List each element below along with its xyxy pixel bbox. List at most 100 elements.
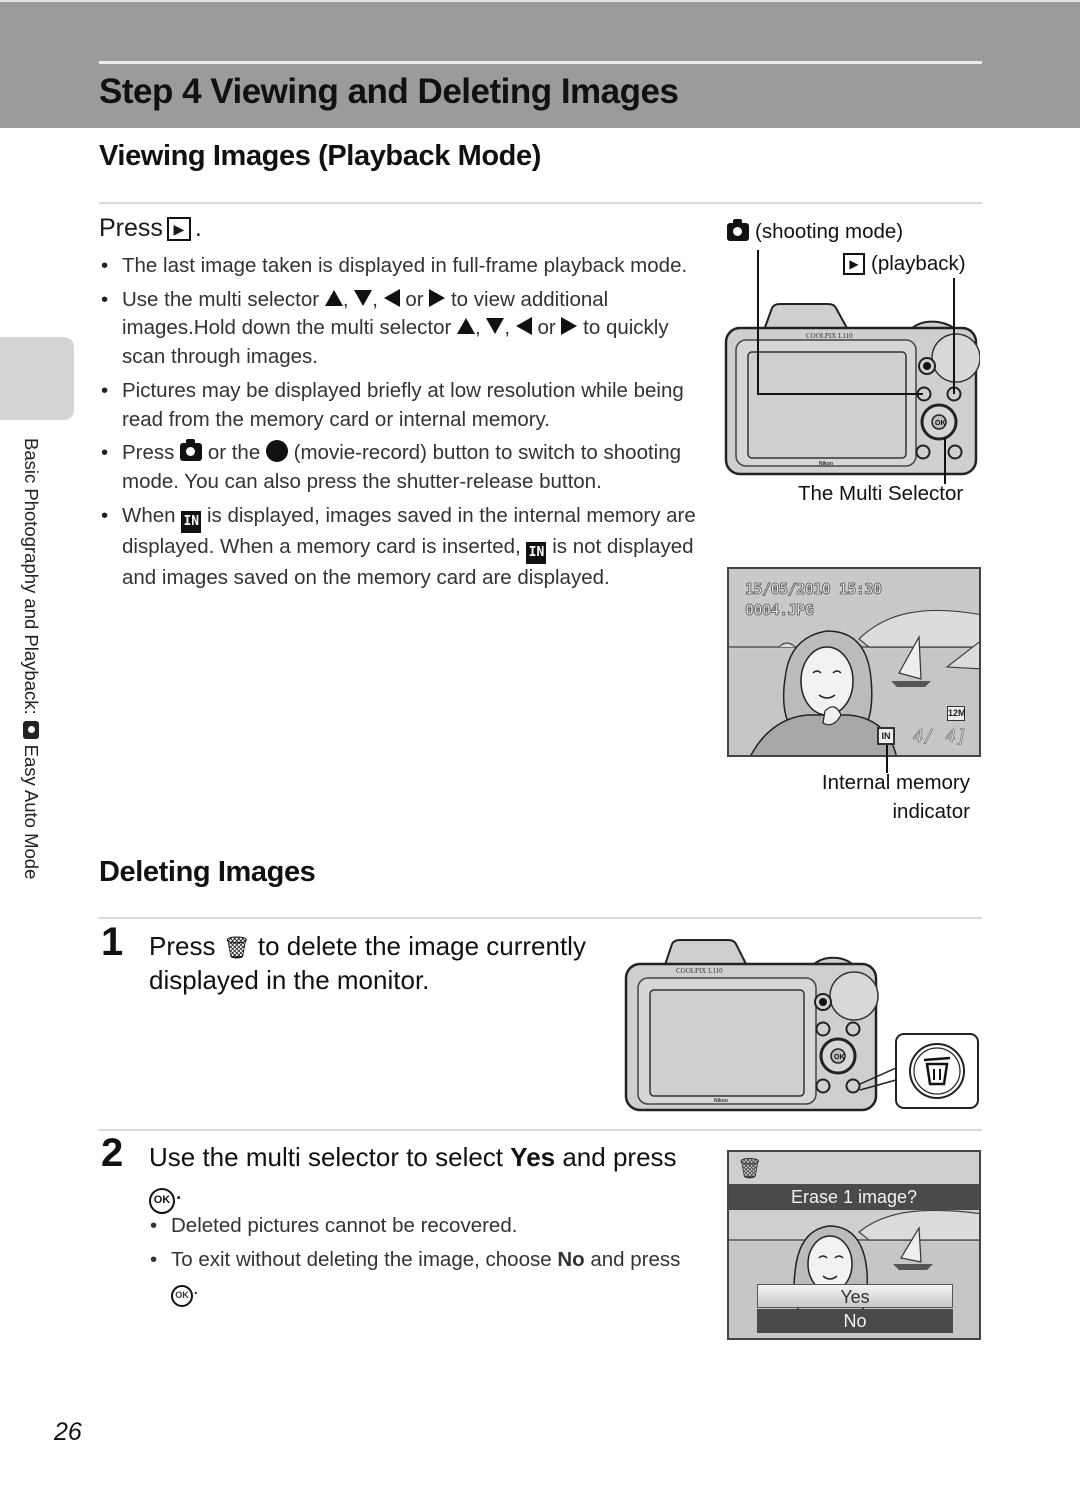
playback-leader-line [953,278,955,394]
playback-filename: 0004.JPG [745,601,815,620]
playback-label: (playback) [871,252,966,275]
step-1-description: to delete the image currently displayed … [149,931,586,995]
internal-memory-icon: IN [181,510,202,533]
step-1-press: Press [149,931,216,961]
internal-memory-caption-2: indicator [892,800,971,823]
shooting-leader-line [757,393,923,395]
ok-button-icon: OK [171,1284,193,1307]
press-instruction: Press ▶ . [99,214,202,243]
page-title: Step 4 Viewing and Deleting Images [99,72,679,111]
svg-text:COOLPIX L110: COOLPIX L110 [676,967,723,975]
bullet-text: Pictures may be displayed briefly at low… [122,378,684,431]
bullet-text: or the [207,441,261,465]
page-number: 26 [54,1418,82,1446]
section-divider [99,917,982,919]
ok-button-icon: OK [149,1187,175,1214]
deleting-bullet-list: Deleted pictures cannot be recovered. To… [148,1212,688,1312]
chapter-side-label: Basic Photography and Playback: Easy Aut… [20,438,42,879]
separator: , [475,316,481,340]
bullet-text: (movie-record) button to switch to shoot… [122,441,682,493]
no-word: No [557,1247,585,1271]
image-size-icon: 12M [947,706,966,721]
section-title-deleting: Deleting Images [99,856,316,888]
svg-text:Nikon: Nikon [714,1098,728,1104]
shooting-mode-icon [180,439,203,462]
bullet-item: When IN is displayed, images saved in th… [99,502,699,593]
playback-key-icon: ▶ [166,216,191,241]
separator: , [504,316,511,340]
step-2-suffix: . [175,1175,183,1205]
chapter-tab[interactable] [0,337,74,420]
multi-selector-label: The Multi Selector [798,482,964,505]
shooting-mode-callout: (shooting mode) [727,219,904,244]
shooting-mode-label: (shooting mode) [755,220,904,243]
erase-trash-icon: 🗑 [737,1158,763,1180]
header-band: Step 4 Viewing and Deleting Images [0,0,1080,128]
step-2-yes-word: Yes [510,1142,556,1172]
bullet-suffix: . [193,1276,199,1300]
down-arrow-icon [486,318,505,335]
internal-memory-icon: IN [526,541,547,564]
svg-text:COOLPIX L110: COOLPIX L110 [806,332,853,340]
up-arrow-icon [457,318,475,335]
erase-option-no[interactable]: No [757,1309,953,1333]
erase-prompt: Erase 1 image? [729,1184,979,1210]
bullet-text: Deleted pictures cannot be recovered. [171,1214,518,1237]
step-2-description: Use the multi selector to select [149,1142,504,1172]
chapter-label-before: Basic Photography and Playback: [21,438,42,715]
bullet-text: or [537,316,556,340]
header-divider [99,61,982,64]
step-2-text: Use the multi selector to select Yes and… [149,1141,694,1214]
internal-memory-caption-1: Internal memory [821,771,970,794]
left-arrow-icon [383,288,400,307]
bullet-text: The last image taken is displayed in ful… [122,254,688,277]
bullet-item: The last image taken is displayed in ful… [99,252,699,281]
down-arrow-icon [354,289,373,306]
bullet-item: Use the multi selector , , or to view ad… [99,286,699,372]
playback-key-icon: ▶ [843,253,865,275]
svg-text:OK: OK [834,1054,845,1061]
bullet-item: Pictures may be displayed briefly at low… [99,377,699,434]
bullet-text: Press [122,441,175,465]
bullet-item: Deleted pictures cannot be recovered. [148,1212,688,1241]
right-arrow-icon [429,288,446,307]
shooting-leader-line [757,250,759,395]
svg-text:OK: OK [935,420,946,427]
internal-memory-leader-line [886,745,888,773]
step-2-description-end: and press [562,1142,677,1172]
svg-text:Nikon: Nikon [819,461,833,467]
separator: , [372,287,378,311]
bullet-text: To exit without deleting the image, choo… [171,1247,552,1271]
bullet-text: When [122,503,176,527]
viewing-bullet-list: The last image taken is displayed in ful… [99,252,699,597]
up-arrow-icon [324,289,343,306]
bullet-item: Press or the (movie-record) button to sw… [99,439,699,496]
step-number-1: 1 [101,920,124,964]
bullet-item: To exit without deleting the image, choo… [148,1246,688,1307]
right-arrow-icon [561,317,578,336]
section-title-viewing: Viewing Images (Playback Mode) [99,140,541,172]
camera-back-delete-illustration: COOLPIX L110 Nikon OK [624,938,982,1114]
erase-confirmation-screen: 🗑 Erase 1 image? Yes No [727,1150,981,1340]
section-divider [99,202,982,204]
easy-auto-camera-icon [23,720,39,739]
movie-record-icon [265,440,288,463]
step-divider [99,1129,982,1131]
shooting-mode-icon [727,219,749,241]
playback-datetime: 15/05/2010 15:30 [745,580,883,599]
press-suffix: . [194,214,202,242]
chapter-label-after: Easy Auto Mode [21,744,42,880]
erase-option-yes[interactable]: Yes [757,1284,953,1308]
step-number-2: 2 [101,1131,124,1175]
internal-memory-indicator-icon: IN [877,727,895,745]
playback-screen-illustration: 15/05/2010 15:30 0004.JPG 12M IN 4/ 4] [727,567,981,757]
bullet-text: or [405,287,424,311]
playback-callout: ▶ (playback) [843,252,966,276]
bullet-text: and press [590,1247,681,1271]
bullet-text: Use the multi selector [122,287,320,311]
playback-datetime-overlay: 15/05/2010 15:30 0004.JPG [745,579,883,621]
multi-selector-leader-line [944,438,946,484]
delete-trash-icon: 🗑 [222,935,251,960]
frame-counter: 4/ 4] [912,726,968,748]
press-label: Press [99,214,163,242]
